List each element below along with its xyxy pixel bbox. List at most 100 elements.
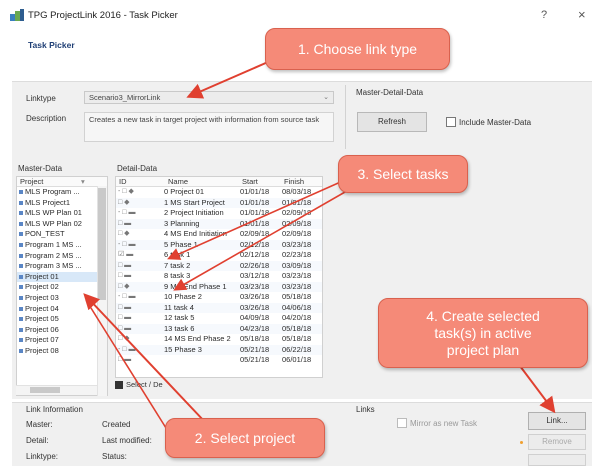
master-scroll-thumb[interactable] xyxy=(98,188,106,300)
task-row[interactable]: □ ▬ 13 task 6 04/23/18 05/18/18 xyxy=(116,323,322,335)
master-detail-label: Master-Detail-Data xyxy=(356,88,424,97)
task-tree-toggle[interactable]: □ ▬ xyxy=(118,261,131,272)
finish-column-header[interactable]: Finish xyxy=(284,177,304,186)
master-project-list[interactable]: Project ▾ MLS Program ... MLS Project1 MLS… xyxy=(16,176,108,396)
task-tree-toggle[interactable]: □ ◆ xyxy=(118,229,130,240)
master-list-item[interactable]: Project 01 xyxy=(17,271,107,283)
task-row[interactable]: - □ ◆ 0 Project 01 01/01/18 08/03/18 xyxy=(116,187,322,198)
master-list-item[interactable]: Project 06 xyxy=(17,325,107,336)
master-list-item[interactable]: MLS Project1 xyxy=(17,198,107,209)
task-finish: 02/23/18 xyxy=(282,250,312,259)
project-icon xyxy=(19,338,23,343)
task-tree-toggle[interactable]: □ ▬ xyxy=(118,219,131,230)
task-start: 04/09/18 xyxy=(240,313,270,322)
master-item-label: PON_TEST xyxy=(25,229,65,239)
mirror-label: Mirror as new Task xyxy=(410,419,477,428)
project-icon xyxy=(19,348,23,353)
start-column-header[interactable]: Start xyxy=(242,177,258,186)
linktype-select[interactable]: Scenario3_MirrorLink ⌄ xyxy=(84,91,334,104)
task-tree-toggle[interactable]: □ ◆ xyxy=(118,282,130,293)
include-master-checkbox[interactable] xyxy=(446,117,456,127)
task-tree-toggle[interactable]: □ ▬ xyxy=(118,313,131,324)
id-column-header[interactable]: ID xyxy=(119,177,127,186)
task-name: 9 MS End Phase 1 xyxy=(164,281,227,291)
task-start: 01/01/18 xyxy=(240,208,270,217)
task-row[interactable]: □ ◆ 9 MS End Phase 1 03/23/18 03/23/18 xyxy=(116,281,322,293)
task-row[interactable]: □ ▬ 7 task 2 02/26/18 03/09/18 xyxy=(116,260,322,272)
task-row[interactable]: □ ▬ 05/21/18 06/01/18 xyxy=(116,355,322,366)
task-row[interactable]: ☑ ▬ 6 task 1 02/12/18 02/23/18 xyxy=(116,250,322,261)
remove-button[interactable]: Remove xyxy=(528,434,586,450)
project-icon xyxy=(19,221,23,226)
close-icon[interactable]: × xyxy=(578,7,586,22)
master-list-item[interactable]: MLS Program ... xyxy=(17,187,107,198)
links-label: Links xyxy=(356,405,375,414)
mirror-checkbox[interactable] xyxy=(397,418,407,428)
task-tree-toggle[interactable]: - □ ▬ xyxy=(118,345,135,356)
extra-button[interactable] xyxy=(528,454,586,466)
project-column-header[interactable]: Project xyxy=(20,177,43,186)
master-list-item[interactable]: MLS WP Plan 01 xyxy=(17,208,107,219)
task-finish: 08/03/18 xyxy=(282,187,312,196)
select-all-toggle[interactable]: Select / De xyxy=(115,380,205,392)
callout-step4-line1: 4. Create selected xyxy=(426,307,540,324)
task-tree-toggle[interactable]: □ ▬ xyxy=(118,355,131,366)
master-list-item[interactable]: Project 05 xyxy=(17,314,107,325)
project-icon xyxy=(19,264,23,269)
master-list-item[interactable]: Project 02 xyxy=(17,282,107,293)
master-list-item[interactable]: Project 04 xyxy=(17,304,107,315)
master-list-item[interactable]: Project 08 xyxy=(17,346,107,357)
master-list-item[interactable]: Program 1 MS ... xyxy=(17,240,107,251)
refresh-button[interactable]: Refresh xyxy=(357,112,427,132)
task-tree-toggle[interactable]: - □ ▬ xyxy=(118,240,135,251)
task-finish: 05/18/18 xyxy=(282,292,312,301)
task-tree-toggle[interactable]: - □ ▬ xyxy=(118,208,135,219)
task-start: 05/21/18 xyxy=(240,344,270,354)
task-start: 03/12/18 xyxy=(240,271,270,280)
task-finish: 04/20/18 xyxy=(282,313,312,322)
help-button[interactable]: ? xyxy=(541,9,547,21)
task-row[interactable]: □ ▬ 12 task 5 04/09/18 04/20/18 xyxy=(116,313,322,324)
task-row[interactable]: □ ◆ 4 MS End Initiation 02/09/18 02/09/18 xyxy=(116,229,322,240)
task-tree-toggle[interactable]: ☑ ▬ xyxy=(118,250,133,261)
task-tree-toggle[interactable]: □ ◆ xyxy=(118,334,130,345)
task-row[interactable]: □ ◆ 1 MS Start Project 01/01/18 01/01/18 xyxy=(116,197,322,209)
master-item-label: MLS WP Plan 02 xyxy=(25,218,82,228)
dialog-subtitle: Task Picker xyxy=(28,40,75,50)
task-row[interactable]: □ ▬ 8 task 3 03/12/18 03/23/18 xyxy=(116,271,322,282)
link-info-label: Link Information xyxy=(26,405,83,414)
created-label: Created xyxy=(102,420,131,429)
select-all-checkbox[interactable] xyxy=(115,381,123,390)
task-row[interactable]: □ ▬ 3 Planning 01/01/18 02/09/18 xyxy=(116,218,322,230)
task-tree-toggle[interactable]: - □ ◆ xyxy=(118,187,134,198)
project-icon xyxy=(19,295,23,300)
task-row[interactable]: - □ ▬ 10 Phase 2 03/26/18 05/18/18 xyxy=(116,292,322,303)
task-row[interactable]: - □ ▬ 2 Project Initiation 01/01/18 02/09/1… xyxy=(116,208,322,219)
master-hscroll-thumb[interactable] xyxy=(30,387,60,393)
task-finish: 05/18/18 xyxy=(282,334,312,343)
task-tree-toggle[interactable]: □ ▬ xyxy=(118,324,131,335)
task-start: 01/01/18 xyxy=(240,187,270,196)
task-row[interactable]: - □ ▬ 5 Phase 1 02/12/18 03/23/18 xyxy=(116,239,322,251)
detail-list-header: ID Name Start Finish xyxy=(116,177,322,187)
detail-task-list[interactable]: ID Name Start Finish - □ ◆ 0 Project 01 01… xyxy=(115,176,323,378)
task-tree-toggle[interactable]: - □ ▬ xyxy=(118,292,135,303)
callout-step1: 1. Choose link type xyxy=(265,28,450,70)
master-list-item[interactable]: Project 03 xyxy=(17,293,107,304)
master-list-item[interactable]: Program 3 MS ... xyxy=(17,261,107,272)
master-list-item[interactable]: MLS WP Plan 02 xyxy=(17,219,107,230)
task-tree-toggle[interactable]: □ ▬ xyxy=(118,271,131,282)
task-row[interactable]: □ ◆ 14 MS End Phase 2 05/18/18 05/18/18 xyxy=(116,334,322,345)
name-column-header[interactable]: Name xyxy=(168,177,188,186)
master-list-item[interactable]: Program 2 MS ... xyxy=(17,251,107,262)
link-button[interactable]: Link... xyxy=(528,412,586,430)
task-row[interactable]: - □ ▬ 15 Phase 3 05/21/18 06/22/18 xyxy=(116,344,322,356)
sort-icon[interactable]: ▾ xyxy=(81,177,85,186)
master-list-item[interactable]: PON_TEST xyxy=(17,229,107,240)
task-name: 2 Project Initiation xyxy=(164,208,224,217)
project-icon xyxy=(19,253,23,258)
task-tree-toggle[interactable]: □ ◆ xyxy=(118,198,130,209)
master-list-item[interactable]: Project 07 xyxy=(17,335,107,346)
task-tree-toggle[interactable]: □ ▬ xyxy=(118,303,131,314)
task-row[interactable]: □ ▬ 11 task 4 03/26/18 04/06/18 xyxy=(116,302,322,314)
